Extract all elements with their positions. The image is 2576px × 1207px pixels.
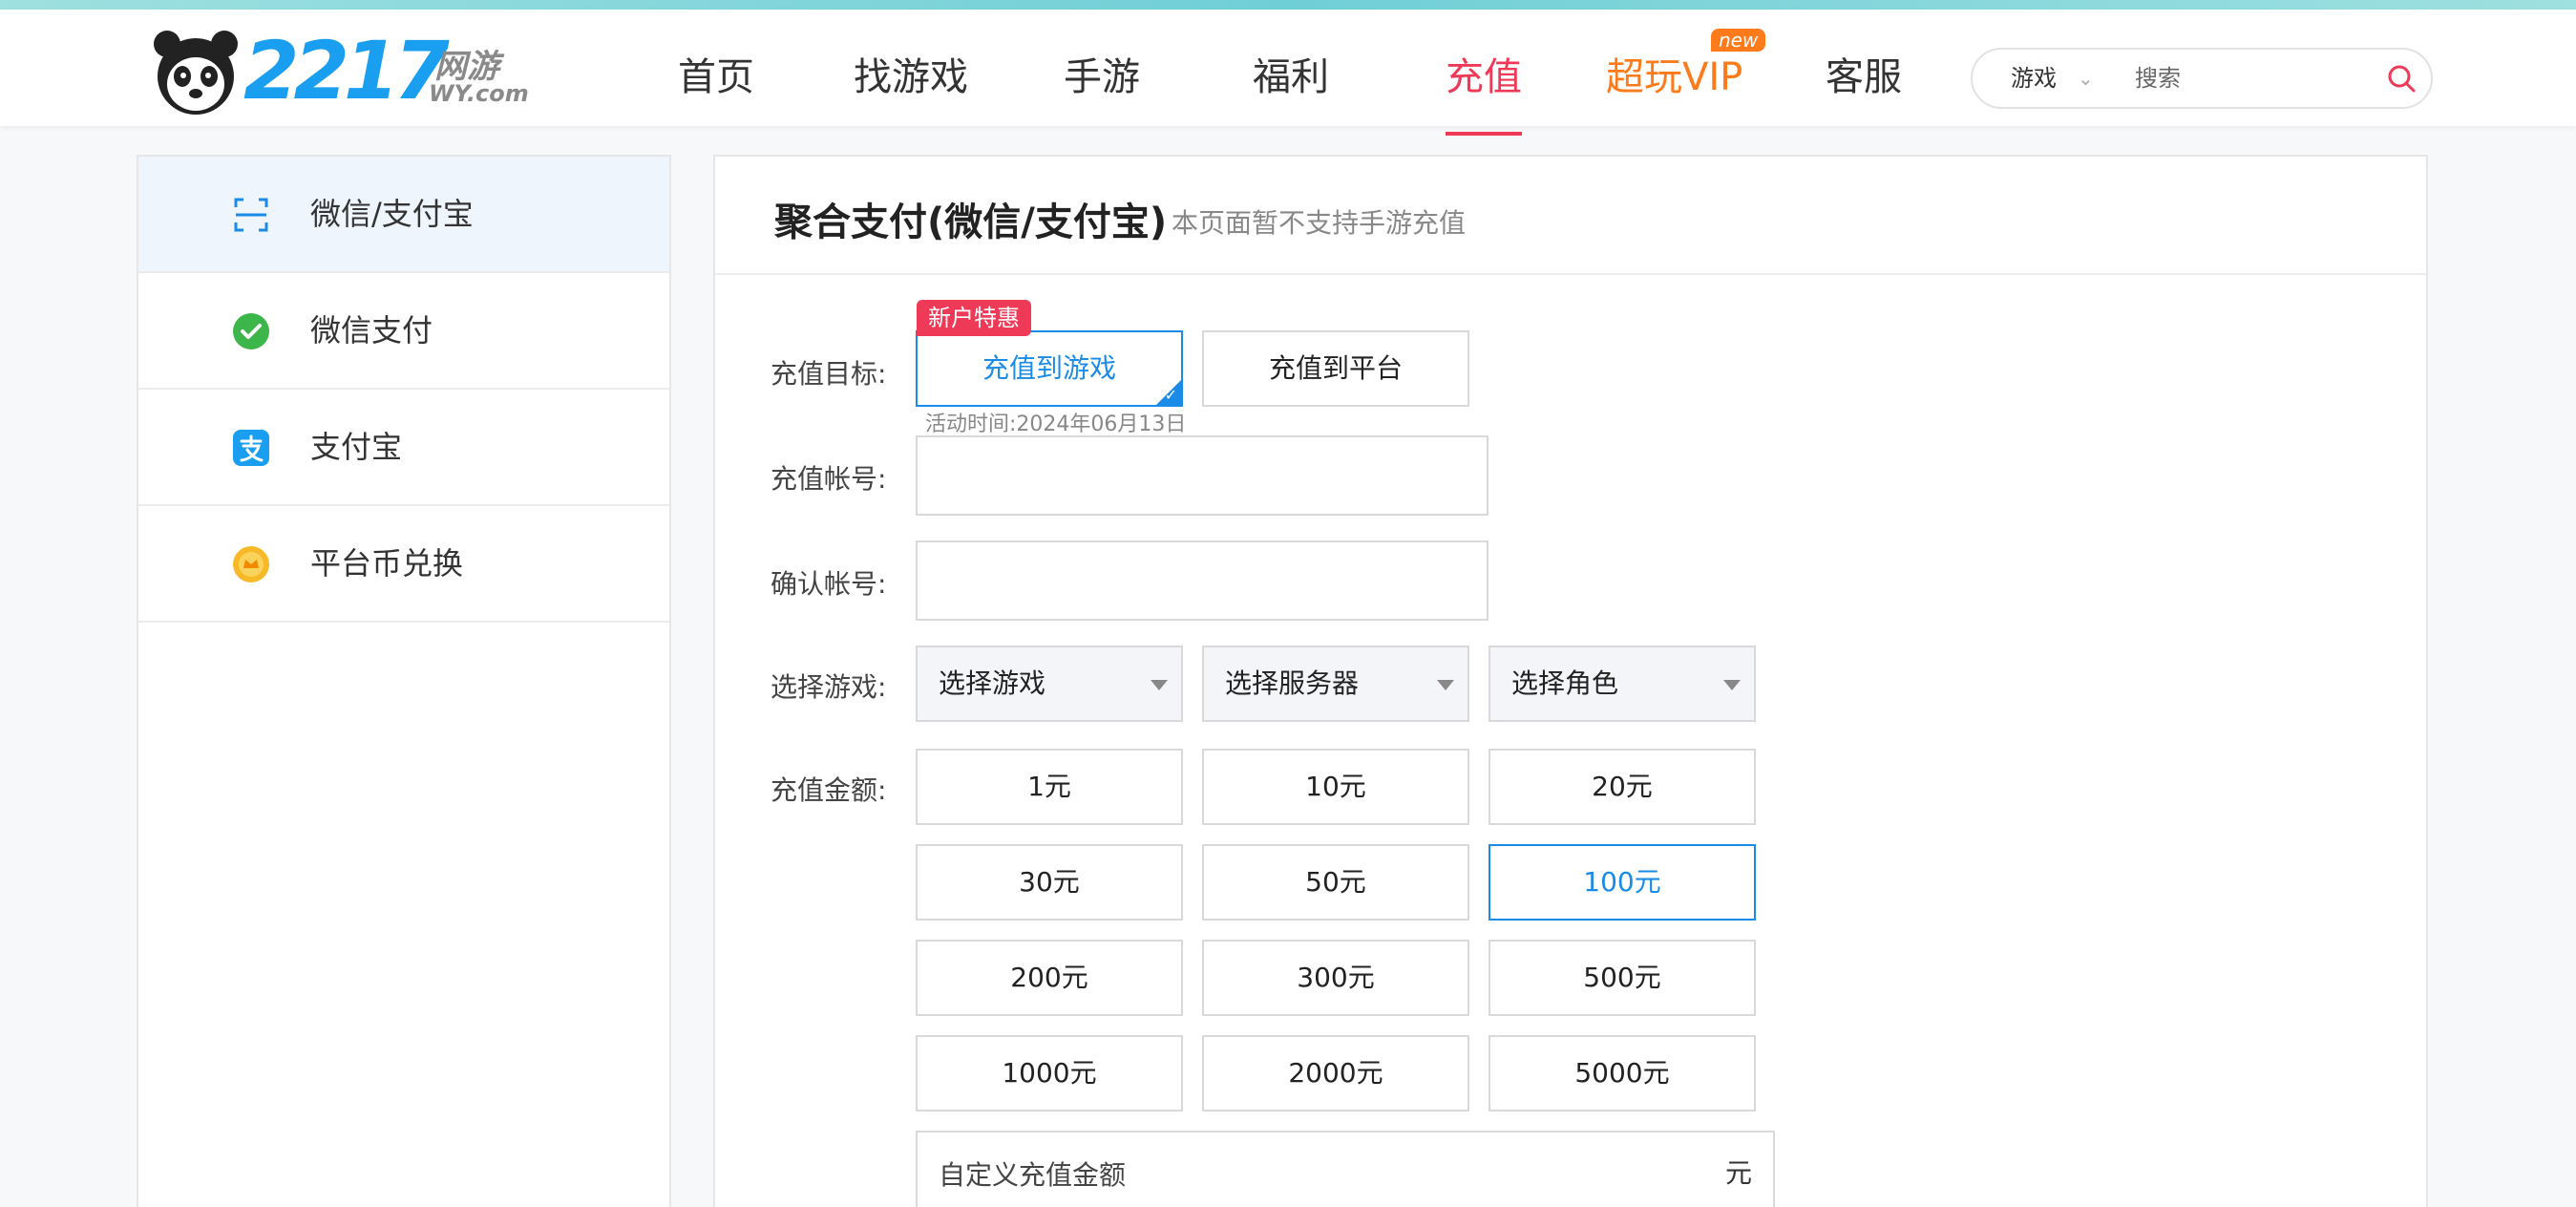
coin-icon [233,546,269,582]
select-game-label: 选择游戏: [771,671,887,703]
search-category-select[interactable]: 游戏 [2011,50,2057,107]
page-note: 本页面暂不支持手游充值 [1172,207,1467,239]
target-platform-option[interactable]: 充值到平台 [1202,330,1469,407]
game-select-value: 选择游戏 [939,667,1046,699]
sidebar-item-label: 微信/支付宝 [310,196,474,232]
new-badge: new [1710,29,1766,52]
sidebar-item-alipay[interactable]: 支付宝 [138,390,669,506]
panel-header: 聚合支付(微信/支付宝) 本页面暂不支持手游充值 [715,157,2426,275]
search-input[interactable] [2135,59,2345,97]
new-user-promo-badge: 新户特惠 [917,300,1031,336]
logo-number: 2217 [243,24,450,117]
sidebar-item-label: 支付宝 [310,429,403,465]
amount-label: 充值金额: [771,774,887,806]
target-label: 充值目标: [771,358,887,390]
header: 2217 网游 WY.com 首页 找游戏 手游 福利 充值 超玩VIP new… [0,10,2576,136]
target-platform-label: 充值到平台 [1268,352,1403,384]
custom-amount-input[interactable] [939,1152,1683,1197]
game-select[interactable]: 选择游戏 [916,646,1183,722]
scan-icon [234,198,268,232]
page-title: 聚合支付(微信/支付宝) [774,201,1168,244]
role-select[interactable]: 选择角色 [1489,646,1756,722]
amount-option[interactable]: 500元 [1489,940,1756,1016]
amount-option[interactable]: 2000元 [1202,1035,1469,1112]
account-input[interactable] [916,435,1489,516]
logo-domain-text: WY.com [429,80,529,107]
recharge-panel: 聚合支付(微信/支付宝) 本页面暂不支持手游充值 充值目标: 充值到游戏 ✓ 充… [713,155,2428,1207]
server-select-value: 选择服务器 [1225,667,1360,699]
nav-item-support[interactable]: 客服 [1826,19,1902,136]
alipay-icon [233,430,269,466]
sidebar-item-label: 平台币兑换 [310,545,464,582]
caret-down-icon [1151,680,1168,690]
wechat-icon [233,313,269,349]
search-icon[interactable] [2385,62,2418,95]
account-label: 充值帐号: [771,463,887,495]
nav-item-welfare[interactable]: 福利 [1253,19,1329,136]
amount-option[interactable]: 5000元 [1489,1035,1756,1112]
sidebar-item-wechat-alipay[interactable]: 微信/支付宝 [138,157,669,273]
amount-option[interactable]: 300元 [1202,940,1469,1016]
payment-method-sidebar: 微信/支付宝 微信支付 支付宝 平台币兑换 [137,155,671,1207]
chevron-down-icon[interactable]: ⌄ [2078,50,2094,107]
amount-option[interactable]: 30元 [916,844,1183,921]
amount-option[interactable]: 1元 [916,749,1183,825]
activity-time: 活动时间:2024年06月13日 [925,413,1187,436]
sidebar-item-platform-coin[interactable]: 平台币兑换 [138,506,669,623]
custom-amount-unit: 元 [1724,1157,1752,1189]
check-icon: ✓ [1164,386,1177,404]
nav-item-mobile-games[interactable]: 手游 [1064,19,1140,136]
top-accent-stripe [0,0,2576,10]
search-bar: 游戏 ⌄ [1971,48,2433,109]
sidebar-item-wechat-pay[interactable]: 微信支付 [138,273,669,390]
amount-option[interactable]: 10元 [1202,749,1469,825]
nav-vip-label: 超玩VIP [1606,55,1743,99]
panda-logo-icon [154,31,238,115]
amount-option[interactable]: 200元 [916,940,1183,1016]
custom-amount-box: 元 [916,1131,1775,1207]
target-game-label: 充值到游戏 [982,352,1116,384]
server-select[interactable]: 选择服务器 [1202,646,1469,722]
nav-item-vip[interactable]: 超玩VIP new [1606,19,1766,136]
site-logo[interactable]: 2217 网游 WY.com [148,24,529,120]
role-select-value: 选择角色 [1511,667,1619,699]
amount-option[interactable]: 1000元 [916,1035,1183,1112]
caret-down-icon [1723,680,1741,690]
confirm-account-input[interactable] [916,540,1489,621]
confirm-account-label: 确认帐号: [771,568,887,600]
amount-option[interactable]: 50元 [1202,844,1469,921]
caret-down-icon [1437,680,1454,690]
target-game-option[interactable]: 充值到游戏 ✓ [916,330,1183,407]
nav-item-find-games[interactable]: 找游戏 [854,19,968,136]
nav-item-recharge[interactable]: 充值 [1446,19,1522,136]
amount-option[interactable]: 20元 [1489,749,1756,825]
nav-item-home[interactable]: 首页 [678,19,754,136]
amount-option-selected[interactable]: 100元 [1489,844,1756,921]
sidebar-item-label: 微信支付 [310,312,433,349]
